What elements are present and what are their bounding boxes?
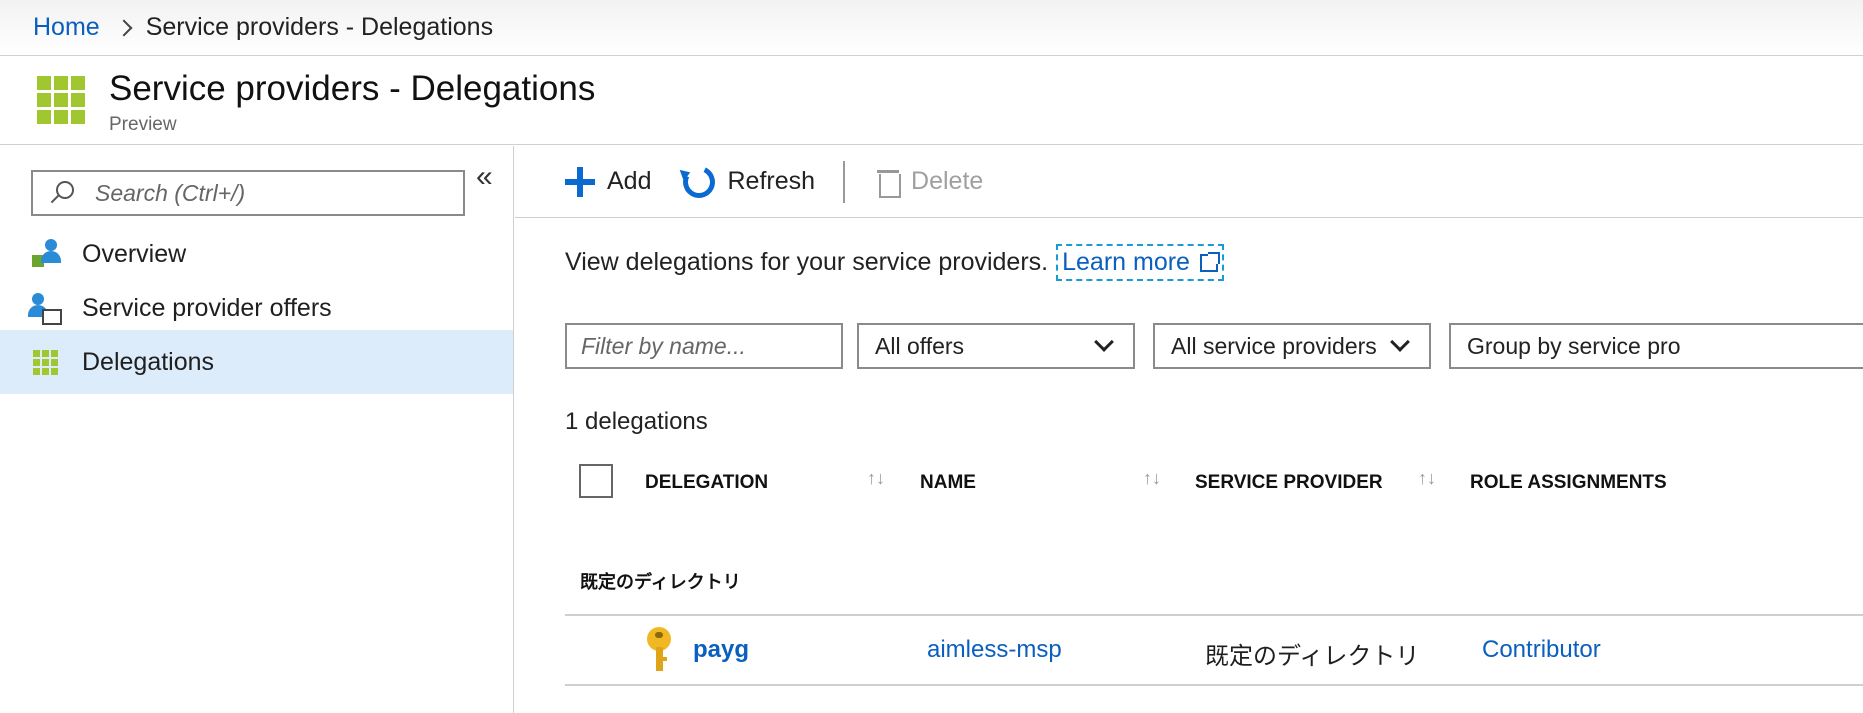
overview-icon xyxy=(28,237,62,271)
sidebar: « Overview Service provider offers Deleg… xyxy=(0,146,514,713)
delegations-icon xyxy=(28,345,62,379)
external-link-icon xyxy=(1199,251,1220,272)
group-by-dropdown[interactable]: Group by service pro xyxy=(1449,323,1863,369)
table-row: payg aimless-msp 既定のディレクトリ Contributor xyxy=(565,614,1863,686)
sidebar-item-label: Overview xyxy=(82,239,187,268)
learn-more-label: Learn more xyxy=(1062,248,1190,276)
sidebar-item-label: Delegations xyxy=(82,347,215,376)
plus-icon xyxy=(565,166,595,197)
delegations-count: 1 delegations xyxy=(565,408,708,435)
service-providers-dropdown-value: All service providers xyxy=(1171,332,1377,359)
offers-dropdown[interactable]: All offers xyxy=(857,323,1135,369)
page-subtitle: Preview xyxy=(109,114,177,135)
chevron-right-icon xyxy=(115,19,133,36)
toolbar-divider xyxy=(843,160,846,203)
delegations-logo-icon xyxy=(37,76,85,124)
trash-icon xyxy=(877,168,902,198)
delete-button[interactable]: Delete xyxy=(877,167,984,198)
column-header-role-assignments[interactable]: ROLE ASSIGNMENTS xyxy=(1470,472,1667,494)
select-all-checkbox[interactable] xyxy=(579,464,613,498)
chevron-down-icon xyxy=(1390,332,1410,352)
add-button[interactable]: Add xyxy=(565,166,652,197)
add-label: Add xyxy=(607,167,652,195)
learn-more-link[interactable]: Learn more xyxy=(1056,244,1224,281)
group-header: 既定のディレクトリ xyxy=(580,572,741,592)
delete-label: Delete xyxy=(911,167,984,195)
refresh-label: Refresh xyxy=(727,167,816,195)
sidebar-item-delegations[interactable]: Delegations xyxy=(0,330,513,394)
service-provider-cell: 既定のディレクトリ xyxy=(1205,643,1420,670)
column-header-name[interactable]: NAME xyxy=(920,472,976,494)
sort-icon[interactable]: ↑↓ xyxy=(867,468,885,489)
refresh-button[interactable]: Refresh xyxy=(678,160,816,203)
sort-icon[interactable]: ↑↓ xyxy=(1418,468,1436,489)
breadcrumb: Home Service providers - Delegations xyxy=(0,0,1863,56)
column-header-service-provider[interactable]: SERVICE PROVIDER xyxy=(1195,472,1383,494)
refresh-icon xyxy=(678,160,720,203)
key-icon xyxy=(647,627,671,673)
role-assignments-link[interactable]: Contributor xyxy=(1482,636,1601,664)
name-filter[interactable] xyxy=(565,323,843,369)
toolbar: Add Refresh Delete xyxy=(515,146,1863,218)
group-by-dropdown-value: Group by service pro xyxy=(1467,332,1681,359)
delegation-link[interactable]: payg xyxy=(693,636,749,664)
page-header: Service providers - Delegations Preview xyxy=(0,57,1863,145)
table-header: DELEGATION ↑↓ NAME ↑↓ SERVICE PROVIDER ↑… xyxy=(565,462,1863,510)
sidebar-item-label: Service provider offers xyxy=(82,293,332,322)
breadcrumb-home-link[interactable]: Home xyxy=(33,13,100,42)
main-content: Add Refresh Delete View delegations for … xyxy=(515,146,1863,713)
page-title: Service providers - Delegations xyxy=(109,69,596,108)
breadcrumb-current: Service providers - Delegations xyxy=(145,13,494,41)
name-link[interactable]: aimless-msp xyxy=(927,636,1062,664)
sort-icon[interactable]: ↑↓ xyxy=(1143,468,1161,489)
service-providers-dropdown[interactable]: All service providers xyxy=(1153,323,1431,369)
collapse-sidebar-button[interactable]: « xyxy=(476,160,493,194)
column-header-delegation[interactable]: DELEGATION xyxy=(645,472,768,494)
service-provider-offers-icon xyxy=(28,291,62,325)
search-icon xyxy=(47,179,75,207)
offers-dropdown-value: All offers xyxy=(875,332,965,359)
intro-description: View delegations for your service provid… xyxy=(565,248,1049,276)
sidebar-search[interactable] xyxy=(31,170,465,216)
filter-by-name-input[interactable] xyxy=(567,332,841,360)
search-input[interactable] xyxy=(95,179,435,207)
intro-text: View delegations for your service provid… xyxy=(565,244,1224,281)
chevron-down-icon xyxy=(1094,332,1114,352)
